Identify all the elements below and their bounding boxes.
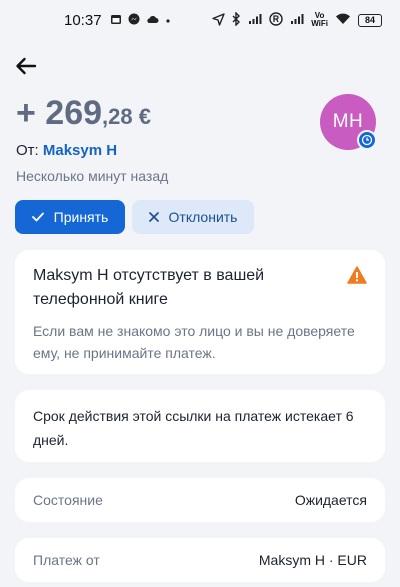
accept-label: Принять [53, 209, 109, 225]
amount-main: + 269 [16, 94, 103, 132]
status-row: Состояние Ожидается [15, 478, 385, 522]
decline-button[interactable]: Отклонить [132, 200, 254, 234]
registered-icon [269, 12, 283, 28]
notification-icons [110, 13, 171, 27]
cloud-icon [146, 14, 159, 26]
accept-button[interactable]: Принять [15, 200, 125, 234]
payment-from-value: Maksym H · EUR [258, 552, 367, 568]
status-label: Состояние [33, 492, 103, 508]
clock-badge-icon [357, 130, 377, 150]
more-dot-icon [165, 14, 171, 26]
warning-card: Maksym H отсутствует в вашей телефонной … [15, 250, 385, 374]
check-icon [31, 212, 44, 222]
arrow-left-icon [16, 57, 37, 75]
system-icons: Vo WiFi 84 [212, 11, 382, 28]
payment-time: Несколько минут назад [16, 168, 169, 184]
wifi-icon [335, 13, 351, 27]
messenger-icon [128, 13, 140, 27]
bluetooth-icon [232, 11, 241, 28]
signal-2-icon [290, 13, 304, 27]
warning-icon [347, 266, 367, 289]
sender-prefix: От: [16, 142, 43, 159]
payment-from-label: Платеж от [33, 552, 100, 568]
back-button[interactable] [12, 52, 40, 80]
signal-icon [248, 13, 262, 27]
link-expiry-text: Срок действия этой ссылки на платеж исте… [33, 408, 354, 448]
payment-amount: + 269,28 € [16, 94, 151, 133]
warning-text: Если вам не знакомо это лицо и вы не дов… [33, 323, 355, 361]
status-time: 10:37 [64, 11, 102, 29]
amount-fraction: ,28 € [102, 104, 151, 129]
link-expiry-card: Срок действия этой ссылки на платеж исте… [15, 390, 385, 462]
payment-from-row: Платеж от Maksym H · EUR [15, 538, 385, 582]
close-icon [148, 212, 159, 222]
location-icon [212, 12, 225, 28]
sender-name-link[interactable]: Maksym H [43, 142, 117, 159]
decline-label: Отклонить [168, 209, 238, 225]
vowifi-icon: Vo WiFi [311, 11, 328, 28]
status-bar: 10:37 Vo WiFi 84 [0, 0, 400, 40]
battery-icon: 84 [358, 13, 382, 27]
warning-title: Maksym H отсутствует в вашей телефонной … [33, 267, 265, 308]
status-value: Ожидается [294, 492, 367, 508]
calendar-icon [110, 13, 122, 27]
sender-line: От: Maksym H [16, 142, 117, 159]
